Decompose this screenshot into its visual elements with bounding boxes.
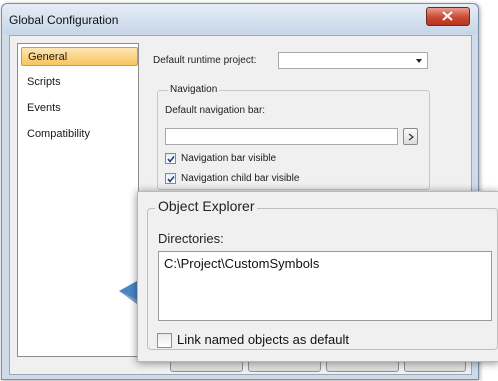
runtime-project-dropdown[interactable]: [278, 52, 428, 69]
nav-child-bar-visible-checkbox[interactable]: [165, 173, 176, 184]
checkmark-icon: [167, 176, 175, 183]
runtime-project-label: Default runtime project:: [153, 55, 257, 66]
browse-nav-bar-button[interactable]: [403, 128, 418, 145]
sidebar-item-label: General: [28, 51, 68, 63]
navigation-group: Navigation Default navigation bar: Navig…: [157, 84, 430, 190]
nav-bar-input[interactable]: [165, 128, 398, 145]
sidebar-item-compatibility[interactable]: Compatibility: [21, 125, 138, 144]
navigation-group-label: Navigation: [168, 84, 220, 95]
directories-input[interactable]: C:\Project\CustomSymbols: [158, 251, 492, 321]
sidebar-item-scripts[interactable]: Scripts: [21, 73, 138, 92]
nav-bar-visible-label: Navigation bar visible: [181, 153, 277, 164]
sidebar-item-label: Scripts: [27, 76, 61, 88]
link-named-objects-label: Link named objects as default: [177, 332, 349, 347]
directories-label: Directories:: [158, 231, 224, 246]
directories-value: C:\Project\CustomSymbols: [164, 256, 320, 271]
sidebar-item-events[interactable]: Events: [21, 99, 138, 118]
sidebar-item-general[interactable]: General: [21, 47, 138, 66]
object-explorer-group-label: Object Explorer: [155, 198, 258, 214]
window-title: Global Configuration: [9, 13, 119, 27]
browse-icon: [408, 133, 414, 141]
sidebar-item-label: Compatibility: [27, 128, 90, 140]
dropdown-arrow-icon: [416, 59, 422, 63]
object-explorer-group: Object Explorer Directories: C:\Project\…: [147, 198, 498, 350]
close-button[interactable]: [426, 7, 470, 26]
sidebar-item-label: Events: [27, 102, 61, 114]
link-named-objects-checkbox[interactable]: [157, 333, 172, 348]
checkmark-icon: [167, 156, 175, 163]
object-explorer-zoom-callout: Object Explorer Directories: C:\Project\…: [137, 191, 498, 362]
nav-bar-label: Default navigation bar:: [165, 105, 266, 116]
close-icon: [442, 11, 453, 21]
nav-bar-visible-checkbox[interactable]: [165, 153, 176, 164]
nav-child-bar-visible-label: Navigation child bar visible: [181, 173, 300, 184]
title-bar[interactable]: Global Configuration: [2, 4, 478, 34]
category-list: General Scripts Events Compatibility: [17, 43, 139, 357]
